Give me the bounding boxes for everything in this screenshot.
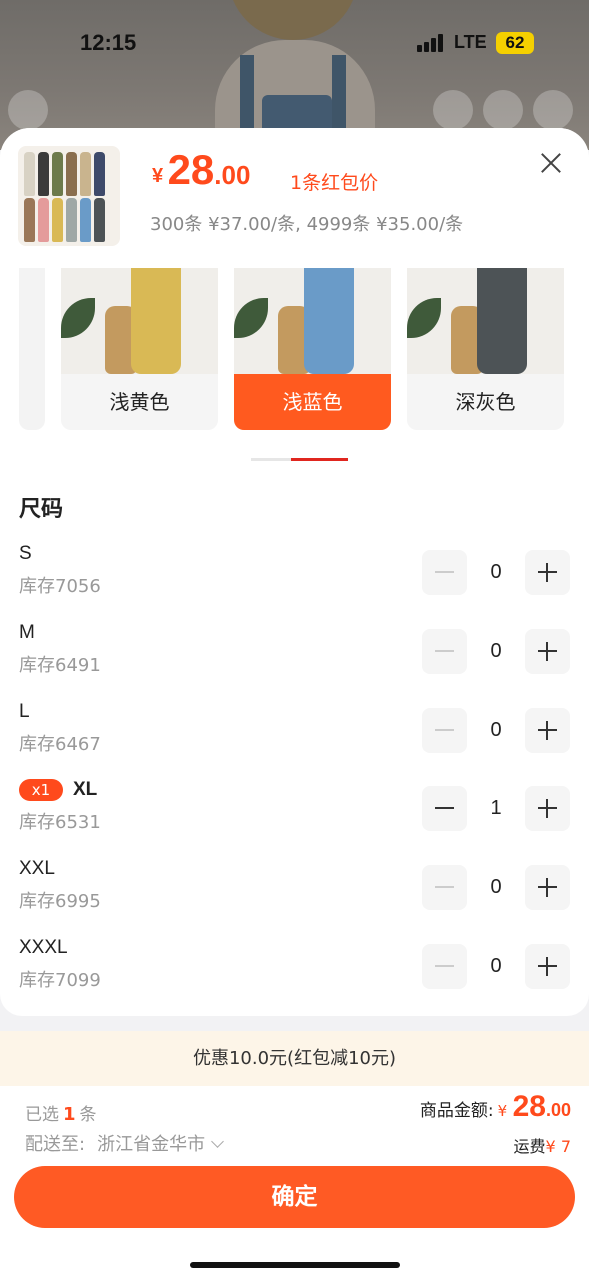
amount-integer: 28 (512, 1090, 546, 1123)
share-button[interactable] (483, 90, 523, 130)
freight-label: 运费 (513, 1137, 546, 1156)
increase-button[interactable] (525, 629, 570, 674)
quantity-value[interactable]: 0 (473, 944, 519, 989)
status-time: 12:15 (80, 30, 137, 55)
size-row-s: S 库存7056 0 (0, 543, 589, 621)
selected-suffix: 条 (79, 1105, 97, 1125)
decrease-button[interactable] (422, 786, 467, 831)
size-stock: 库存7056 (19, 576, 101, 597)
size-row-l: L 库存6467 0 (0, 701, 589, 779)
decrease-button[interactable] (422, 550, 467, 595)
status-bar: 12:15 LTE 62 (0, 0, 589, 90)
price-decimal: .00 (214, 160, 251, 190)
carousel-indicator-track (251, 458, 291, 461)
increase-button[interactable] (525, 865, 570, 910)
quantity-value[interactable]: 0 (473, 865, 519, 910)
color-image (407, 268, 564, 374)
size-name: L (19, 701, 30, 722)
quantity-value[interactable]: 0 (473, 629, 519, 674)
amount-decimal: .00 (545, 1100, 571, 1120)
network-type: LTE (454, 32, 487, 52)
color-card-light-yellow[interactable]: 浅黄色 (61, 268, 218, 430)
ship-address: 浙江省金华市 (97, 1134, 206, 1155)
decrease-button[interactable] (422, 944, 467, 989)
size-name: S (19, 543, 32, 564)
color-card-dark-gray[interactable]: 深灰色 (407, 268, 564, 430)
size-name: XL (73, 779, 98, 800)
size-row-xxl: XXL 库存6995 0 (0, 858, 589, 936)
sku-selector-sheet: ¥ 28.00 1条红包价 300条 ¥37.00/条, 4999条 ¥35.0… (0, 128, 589, 1280)
home-indicator[interactable] (190, 1262, 400, 1268)
amount-currency: ¥ (497, 1102, 508, 1120)
size-stock: 库存6491 (19, 655, 101, 676)
size-row-m: M 库存6491 0 (0, 622, 589, 700)
size-stock: 库存6467 (19, 734, 101, 755)
increase-button[interactable] (525, 786, 570, 831)
sheet-header: ¥ 28.00 1条红包价 300条 ¥37.00/条, 4999条 ¥35.0… (0, 128, 589, 268)
color-card-light-blue[interactable]: 浅蓝色 (234, 268, 391, 430)
size-stock: 库存7099 (19, 970, 101, 991)
color-carousel[interactable]: 浅黄色 浅蓝色 深灰色 (0, 268, 589, 463)
selected-summary: 已选 1 条 (25, 1100, 97, 1125)
ship-label: 配送至: (25, 1134, 86, 1155)
color-card-partial[interactable] (19, 268, 45, 430)
product-thumbnail[interactable] (18, 146, 120, 246)
size-name: XXL (19, 858, 55, 879)
size-section-title: 尺码 (19, 497, 64, 522)
size-row-xxxl: XXXL 库存7099 0 (0, 937, 589, 1015)
color-image (234, 268, 391, 374)
color-label: 深灰色 (455, 390, 516, 414)
price: ¥ 28.00 (152, 146, 250, 194)
signal-icon (417, 34, 447, 52)
color-image (61, 268, 218, 374)
price-note: 1条红包价 (290, 172, 379, 194)
shipping-address[interactable]: 配送至: 浙江省金华市 (25, 1130, 224, 1156)
color-label: 浅蓝色 (234, 374, 391, 430)
price-currency: ¥ (152, 165, 164, 187)
color-label: 浅黄色 (109, 390, 170, 414)
increase-button[interactable] (525, 944, 570, 989)
cart-button[interactable] (433, 90, 473, 130)
size-name: M (19, 622, 35, 643)
quantity-value[interactable]: 0 (473, 550, 519, 595)
decrease-button[interactable] (422, 865, 467, 910)
price-integer: 28 (167, 146, 215, 193)
tier-pricing: 300条 ¥37.00/条, 4999条 ¥35.00/条 (150, 214, 464, 235)
discount-banner: 优惠10.0元(红包减10元) (0, 1031, 589, 1086)
confirm-button[interactable]: 确定 (14, 1166, 575, 1228)
freight: 运费¥ 7 (514, 1133, 571, 1157)
size-row-xl: x1 XL 库存6531 1 (0, 779, 589, 857)
amount-label: 商品金额: (419, 1101, 494, 1121)
selected-prefix: 已选 (25, 1105, 59, 1125)
size-stock: 库存6531 (19, 812, 101, 833)
decrease-button[interactable] (422, 629, 467, 674)
quantity-value[interactable]: 0 (473, 708, 519, 753)
more-button[interactable] (533, 90, 573, 130)
order-footer: 已选 1 条 配送至: 浙江省金华市 商品金额: ¥ 28.00 运费¥ 7 确定 (0, 1086, 589, 1280)
quantity-value[interactable]: 1 (473, 786, 519, 831)
carousel-indicator-active (291, 458, 348, 461)
chevron-down-icon (211, 1135, 224, 1148)
size-stock: 库存6995 (19, 891, 101, 912)
increase-button[interactable] (525, 708, 570, 753)
increase-button[interactable] (525, 550, 570, 595)
size-name: XXXL (19, 937, 68, 958)
goods-amount: 商品金额: ¥ 28.00 (420, 1090, 571, 1124)
battery-icon: 62 (496, 32, 534, 54)
back-button[interactable] (8, 90, 48, 130)
decrease-button[interactable] (422, 708, 467, 753)
size-section: 尺码 S 库存7056 0 M 库存6491 0 L 库存6467 0 x1 X… (0, 463, 589, 1016)
selected-count: 1 (63, 1104, 76, 1125)
selected-count-badge: x1 (19, 779, 63, 801)
close-icon[interactable] (534, 148, 568, 182)
freight-value: ¥ 7 (545, 1137, 571, 1156)
